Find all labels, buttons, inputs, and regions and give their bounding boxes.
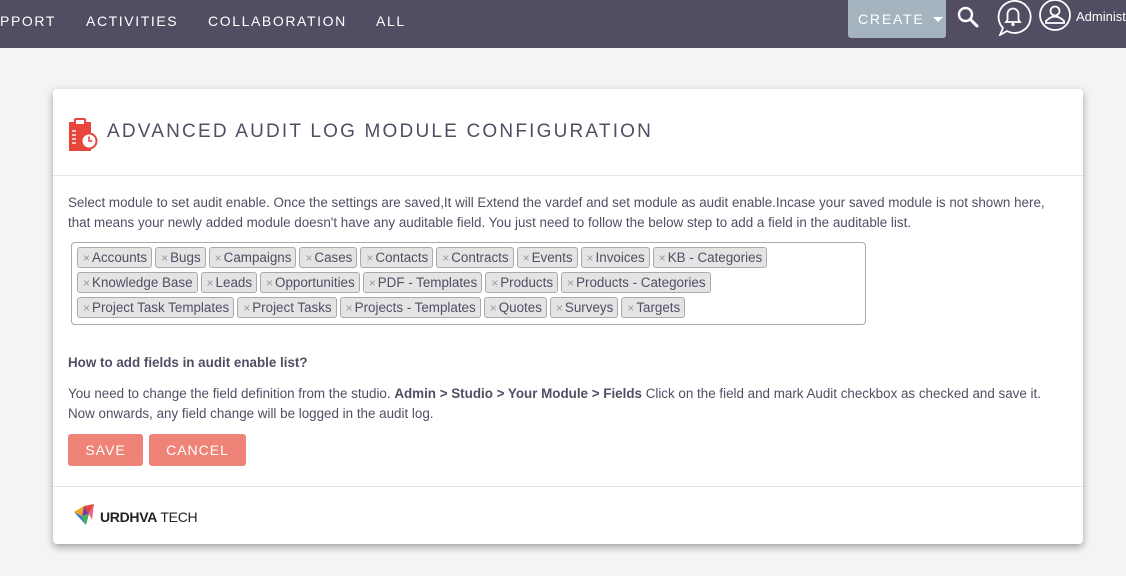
module-tag-label: Products <box>500 275 554 290</box>
module-tag-label: Project Task Templates <box>92 300 230 315</box>
description-text: Select module to set audit enable. Once … <box>68 195 1045 230</box>
remove-tag-icon[interactable]: × <box>243 301 250 315</box>
module-tag[interactable]: × KB - Categories <box>652 247 768 268</box>
howto-line2: Now onwards, any field change will be lo… <box>68 406 434 421</box>
module-tag-label: Cases <box>314 250 353 265</box>
module-tag-label: Bugs <box>170 250 201 265</box>
module-tag[interactable]: × Quotes <box>483 297 547 318</box>
module-tag[interactable]: × Products - Categories <box>561 272 711 293</box>
module-tag-label: Leads <box>215 275 253 290</box>
remove-tag-icon[interactable]: × <box>305 251 312 265</box>
config-panel: ADVANCED AUDIT LOG MODULE CONFIGURATION … <box>53 89 1083 544</box>
module-tag-label: Quotes <box>498 300 542 315</box>
module-tag[interactable]: × Contacts <box>360 247 434 268</box>
module-tag[interactable]: × Products <box>485 272 559 293</box>
remove-tag-icon[interactable]: × <box>490 301 497 315</box>
remove-tag-icon[interactable]: × <box>659 251 666 265</box>
remove-tag-icon[interactable]: × <box>556 301 563 315</box>
page-title: ADVANCED AUDIT LOG MODULE CONFIGURATION <box>107 121 654 142</box>
module-tag[interactable]: × Bugs <box>155 247 206 268</box>
module-tag[interactable]: × Opportunities <box>260 272 360 293</box>
brand-name-rest: TECH <box>157 509 198 525</box>
module-tag-label: Contacts <box>375 250 429 265</box>
module-tag[interactable]: × PDF - Templates <box>362 272 483 293</box>
search-icon[interactable] <box>956 5 980 33</box>
nav-item-all[interactable]: ALL <box>376 13 406 29</box>
remove-tag-icon[interactable]: × <box>442 251 449 265</box>
module-tag[interactable]: × Accounts <box>77 247 153 268</box>
panel-footer: URDHVA TECH <box>53 486 1083 544</box>
module-tag-label: Contracts <box>451 250 509 265</box>
nav-item-collaboration[interactable]: COLLABORATION <box>208 13 347 29</box>
module-tag-label: Targets <box>636 300 681 315</box>
module-multiselect[interactable]: × Accounts × Bugs × Campaigns × Cases × Contacts ×… <box>71 242 866 325</box>
remove-tag-icon[interactable]: × <box>215 251 222 265</box>
module-tag[interactable]: × Project Tasks <box>237 297 337 318</box>
urdhva-logo-icon <box>72 504 96 530</box>
brand-name-bold: URDHVA <box>100 509 158 525</box>
nav-item-activities[interactable]: ACTIVITIES <box>86 13 178 29</box>
remove-tag-icon[interactable]: × <box>266 276 273 290</box>
user-name[interactable]: Administ <box>1076 9 1126 24</box>
module-tag[interactable]: × Campaigns <box>208 247 297 268</box>
module-tag[interactable]: × Projects - Templates <box>339 297 481 318</box>
module-tag-label: Events <box>531 250 573 265</box>
remove-tag-icon[interactable]: × <box>587 251 594 265</box>
module-tag[interactable]: × Events <box>516 247 578 268</box>
create-button[interactable]: CREATE <box>848 0 946 38</box>
module-tag[interactable]: × Knowledge Base <box>77 272 198 293</box>
module-tag-label: Surveys <box>564 300 614 315</box>
panel-header: ADVANCED AUDIT LOG MODULE CONFIGURATION <box>53 89 1083 176</box>
brand-logo: URDHVA TECH <box>72 504 198 530</box>
module-tag-label: Products - Categories <box>576 275 706 290</box>
module-tag-label: Projects - Templates <box>354 300 476 315</box>
remove-tag-icon[interactable]: × <box>83 251 90 265</box>
remove-tag-icon[interactable]: × <box>207 276 214 290</box>
howto-suffix: Click on the field and mark Audit checkb… <box>641 386 1041 401</box>
cancel-button[interactable]: CANCEL <box>149 434 246 466</box>
remove-tag-icon[interactable]: × <box>369 276 376 290</box>
module-tag-label: PDF - Templates <box>377 275 478 290</box>
save-button[interactable]: SAVE <box>68 434 143 466</box>
module-tag-label: Opportunities <box>275 275 355 290</box>
howto-prefix: You need to change the field definition … <box>68 386 395 401</box>
top-navigation-bar: PPORT ACTIVITIES COLLABORATION ALL CREAT… <box>0 0 1126 48</box>
remove-tag-icon[interactable]: × <box>567 276 574 290</box>
module-tag-label: Project Tasks <box>252 300 332 315</box>
remove-tag-icon[interactable]: × <box>366 251 373 265</box>
module-tag[interactable]: × Invoices <box>580 247 650 268</box>
howto-text: You need to change the field definition … <box>68 384 1068 424</box>
module-tag-label: Accounts <box>92 250 148 265</box>
module-tag-label: Campaigns <box>223 250 292 265</box>
module-tag[interactable]: × Project Task Templates <box>77 297 235 318</box>
brand-name: URDHVA TECH <box>100 509 198 525</box>
module-tag[interactable]: × Cases <box>299 247 358 268</box>
nav-item-support[interactable]: PPORT <box>0 13 56 29</box>
remove-tag-icon[interactable]: × <box>346 301 353 315</box>
remove-tag-icon[interactable]: × <box>161 251 168 265</box>
remove-tag-icon[interactable]: × <box>83 301 90 315</box>
caret-down-icon <box>932 16 943 22</box>
clipboard-clock-icon <box>68 118 98 156</box>
bell-icon[interactable] <box>994 0 1032 40</box>
module-tag[interactable]: × Leads <box>200 272 258 293</box>
module-tag[interactable]: × Surveys <box>549 297 619 318</box>
module-tag-label: KB - Categories <box>667 250 763 265</box>
create-label: CREATE <box>858 11 925 27</box>
remove-tag-icon[interactable]: × <box>627 301 634 315</box>
module-tag-label: Invoices <box>595 250 645 265</box>
howto-path: Admin > Studio > Your Module > Fields <box>394 386 642 401</box>
remove-tag-icon[interactable]: × <box>83 276 90 290</box>
module-tag[interactable]: × Targets <box>621 297 686 318</box>
remove-tag-icon[interactable]: × <box>523 251 530 265</box>
module-tag-label: Knowledge Base <box>92 275 193 290</box>
user-avatar-icon[interactable] <box>1038 0 1072 36</box>
module-tag[interactable]: × Contracts <box>436 247 514 268</box>
remove-tag-icon[interactable]: × <box>491 276 498 290</box>
howto-heading: How to add fields in audit enable list? <box>68 355 308 370</box>
